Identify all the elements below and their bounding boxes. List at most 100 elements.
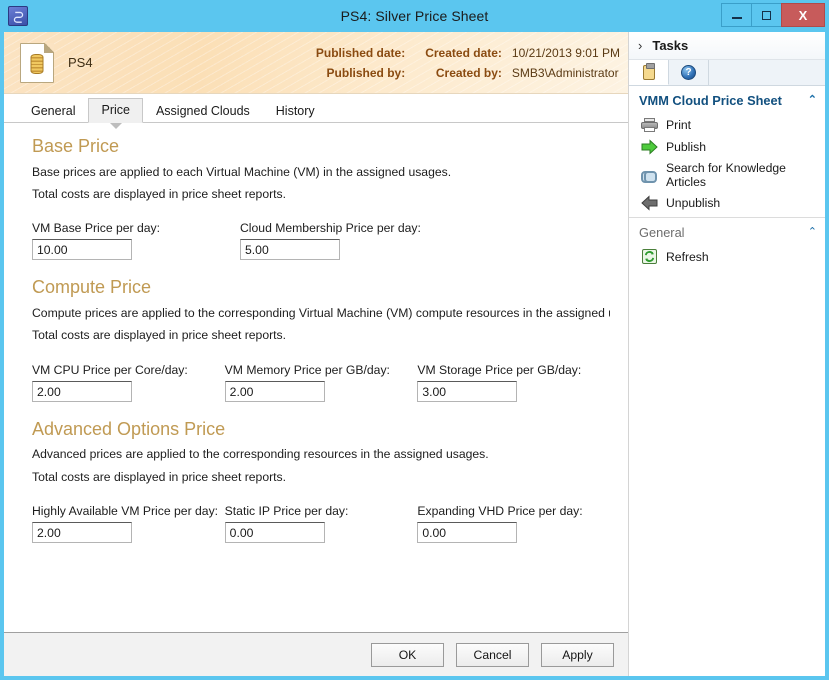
field-vm-base-price: VM Base Price per day: bbox=[32, 221, 240, 261]
created-date-label: Created date: bbox=[425, 45, 502, 60]
chevron-up-icon[interactable]: ⌃ bbox=[808, 95, 817, 106]
maximize-button[interactable] bbox=[751, 3, 782, 27]
publish-arrow-right-icon bbox=[641, 139, 658, 155]
task-group-vmm-cloud-price-sheet: VMM Cloud Price Sheet ⌃ Print Publish Se… bbox=[629, 86, 825, 218]
input-static-ip-price[interactable] bbox=[224, 521, 325, 543]
input-vm-base-price[interactable] bbox=[32, 239, 132, 261]
tasks-tab-help[interactable]: ? bbox=[669, 60, 709, 85]
tasks-title: Tasks bbox=[652, 38, 689, 53]
task-item-unpublish[interactable]: Unpublish bbox=[629, 192, 825, 214]
price-tab-content: Base Price Base prices are applied to ea… bbox=[4, 123, 628, 632]
banner-field-grid: Published date: Created date: 10/21/2013… bbox=[316, 46, 620, 80]
compute-price-desc-1: Compute prices are applied to the corres… bbox=[32, 306, 610, 321]
task-item-label-unpublish: Unpublish bbox=[666, 196, 721, 210]
ok-button[interactable]: OK bbox=[371, 642, 444, 667]
tasks-tab-filler bbox=[709, 60, 825, 85]
chevron-right-icon[interactable]: › bbox=[638, 39, 642, 52]
input-vm-memory-price[interactable] bbox=[224, 380, 325, 402]
tab-assigned-clouds[interactable]: Assigned Clouds bbox=[143, 99, 263, 124]
task-item-print[interactable]: Print bbox=[629, 114, 825, 136]
tab-strip: General Price Assigned Clouds History bbox=[4, 94, 628, 123]
section-title-advanced-options-price: Advanced Options Price bbox=[32, 418, 226, 439]
dialog-window: PS4: Silver Price Sheet X PS4 Published … bbox=[0, 0, 829, 680]
apply-button[interactable]: Apply bbox=[541, 642, 614, 667]
clipboard-icon bbox=[642, 62, 655, 80]
task-group-title-general: General bbox=[639, 225, 685, 240]
section-advanced-options-price: Advanced Options Price Advanced prices a… bbox=[4, 418, 628, 543]
compute-price-desc-2: Total costs are displayed in price sheet… bbox=[32, 328, 287, 343]
sidebar-empty-area bbox=[629, 268, 825, 676]
base-price-desc-1: Base prices are applied to each Virtual … bbox=[32, 164, 452, 179]
label-vm-base-price: VM Base Price per day: bbox=[32, 221, 161, 236]
task-group-general: General ⌃ Refresh bbox=[629, 218, 825, 268]
label-vm-memory-price: VM Memory Price per GB/day: bbox=[224, 362, 390, 377]
minimize-icon bbox=[731, 16, 742, 19]
field-static-ip-price: Static IP Price per day: bbox=[224, 503, 418, 543]
advanced-price-desc-2: Total costs are displayed in price sheet… bbox=[32, 469, 287, 484]
label-static-ip-price: Static IP Price per day: bbox=[224, 503, 349, 518]
coin-stack-icon bbox=[30, 53, 44, 74]
tasks-header[interactable]: › Tasks bbox=[629, 32, 825, 60]
input-expanding-vhd-price[interactable] bbox=[417, 521, 518, 543]
object-header-banner: PS4 Published date: Created date: 10/21/… bbox=[4, 32, 628, 94]
published-by-label: Published by: bbox=[326, 65, 406, 80]
field-vm-memory-price: VM Memory Price per GB/day: bbox=[224, 362, 418, 402]
field-cloud-membership-price: Cloud Membership Price per day: bbox=[240, 221, 448, 261]
task-item-label-search: Search for Knowledge Articles bbox=[666, 161, 786, 189]
chevron-up-icon-general[interactable]: ⌃ bbox=[808, 227, 817, 238]
base-price-fields: VM Base Price per day: Cloud Membership … bbox=[32, 221, 610, 261]
field-vm-cpu-price: VM CPU Price per Core/day: bbox=[32, 363, 225, 402]
field-vm-storage-price: VM Storage Price per GB/day: bbox=[417, 363, 610, 402]
tasks-sidebar: › Tasks ? VMM Cloud Price Sheet ⌃ Print … bbox=[629, 32, 825, 676]
task-item-refresh[interactable]: Refresh bbox=[629, 246, 825, 268]
published-date-label: Published date: bbox=[315, 45, 406, 60]
dialog-footer: OK Cancel Apply bbox=[4, 632, 628, 676]
price-sheet-document-icon bbox=[20, 42, 54, 83]
base-price-desc-2: Total costs are displayed in price sheet… bbox=[32, 187, 287, 202]
created-by-label: Created by: bbox=[435, 65, 502, 80]
task-group-header-general[interactable]: General ⌃ bbox=[629, 218, 825, 246]
label-vm-storage-price: VM Storage Price per GB/day: bbox=[417, 362, 582, 377]
window-controls: X bbox=[721, 3, 825, 29]
section-base-price: Base Price Base prices are applied to ea… bbox=[4, 136, 628, 261]
minimize-button[interactable] bbox=[721, 3, 752, 27]
label-cloud-membership-price: Cloud Membership Price per day: bbox=[240, 221, 421, 236]
field-highly-available-vm-price: Highly Available VM Price per day: bbox=[32, 504, 225, 543]
input-vm-storage-price[interactable] bbox=[417, 380, 518, 402]
advanced-price-fields: Highly Available VM Price per day: Stati… bbox=[32, 504, 610, 543]
advanced-price-desc-1: Advanced prices are applied to the corre… bbox=[32, 447, 489, 462]
object-name: PS4 bbox=[68, 55, 93, 70]
cancel-button[interactable]: Cancel bbox=[456, 642, 529, 667]
section-compute-price: Compute Price Compute prices are applied… bbox=[4, 277, 628, 402]
input-vm-cpu-price[interactable] bbox=[32, 380, 132, 402]
section-title-compute-price: Compute Price bbox=[32, 277, 152, 298]
task-item-search-knowledge-articles[interactable]: Search for Knowledge Articles bbox=[629, 158, 825, 192]
created-by-value: SMB3\Administrator bbox=[511, 65, 619, 80]
created-date-value: 10/21/2013 9:01 PM bbox=[511, 45, 620, 60]
window-title: PS4: Silver Price Sheet bbox=[340, 8, 489, 24]
label-highly-available-vm-price: Highly Available VM Price per day: bbox=[32, 503, 219, 518]
window-body: PS4 Published date: Created date: 10/21/… bbox=[0, 32, 829, 680]
task-item-publish[interactable]: Publish bbox=[629, 136, 825, 158]
task-group-title-price-sheet: VMM Cloud Price Sheet bbox=[639, 93, 782, 108]
input-highly-available-vm-price[interactable] bbox=[32, 521, 132, 543]
tab-general[interactable]: General bbox=[18, 99, 88, 124]
tasks-tab-actions[interactable] bbox=[629, 60, 669, 85]
task-item-label-print: Print bbox=[666, 118, 692, 132]
vmm-app-icon bbox=[8, 6, 28, 26]
label-vm-cpu-price: VM CPU Price per Core/day: bbox=[32, 362, 188, 377]
task-group-header-price-sheet[interactable]: VMM Cloud Price Sheet ⌃ bbox=[629, 86, 825, 114]
tab-history[interactable]: History bbox=[263, 99, 328, 124]
input-cloud-membership-price[interactable] bbox=[240, 239, 340, 261]
task-item-label-refresh: Refresh bbox=[666, 250, 709, 264]
title-bar: PS4: Silver Price Sheet X bbox=[0, 0, 829, 32]
printer-icon bbox=[641, 117, 658, 133]
help-icon: ? bbox=[681, 65, 696, 80]
compute-price-fields: VM CPU Price per Core/day: VM Memory Pri… bbox=[32, 363, 610, 402]
label-expanding-vhd-price: Expanding VHD Price per day: bbox=[417, 503, 583, 518]
tasks-tab-strip: ? bbox=[629, 60, 825, 86]
close-button[interactable]: X bbox=[781, 3, 825, 27]
refresh-icon bbox=[641, 249, 658, 265]
tab-price[interactable]: Price bbox=[88, 97, 143, 123]
link-chain-icon bbox=[641, 167, 658, 183]
